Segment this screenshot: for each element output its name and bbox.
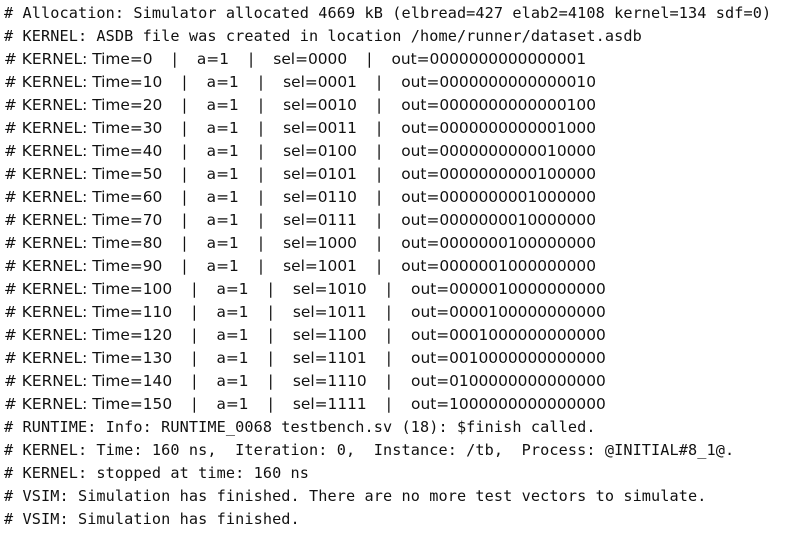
log-line: # Allocation: Simulator allocated 4669 k… xyxy=(4,4,772,22)
console-output: # Allocation: Simulator allocated 4669 k… xyxy=(0,0,812,534)
log-line: # KERNEL: Time=70 | a=1 | sel=0111 | out… xyxy=(4,211,597,229)
log-line: # KERNEL: stopped at time: 160 ns xyxy=(4,464,310,482)
log-line: # KERNEL: Time=150 | a=1 | sel=1111 | ou… xyxy=(4,395,606,413)
log-line: # KERNEL: Time=20 | a=1 | sel=0010 | out… xyxy=(4,96,597,114)
log-line: # KERNEL: Time=130 | a=1 | sel=1101 | ou… xyxy=(4,349,606,367)
log-line: # KERNEL: Time=50 | a=1 | sel=0101 | out… xyxy=(4,165,597,183)
log-line: # KERNEL: Time=40 | a=1 | sel=0100 | out… xyxy=(4,142,597,160)
log-line: # KERNEL: Time=10 | a=1 | sel=0001 | out… xyxy=(4,73,597,91)
log-line: # KERNEL: Time=90 | a=1 | sel=1001 | out… xyxy=(4,257,597,275)
log-line: # KERNEL: Time=110 | a=1 | sel=1011 | ou… xyxy=(4,303,606,321)
log-line: # KERNEL: ASDB file was created in locat… xyxy=(4,27,642,45)
log-line: # RUNTIME: Info: RUNTIME_0068 testbench.… xyxy=(4,418,596,436)
log-line: # KERNEL: Time=120 | a=1 | sel=1100 | ou… xyxy=(4,326,606,344)
log-line: # KERNEL: Time=80 | a=1 | sel=1000 | out… xyxy=(4,234,597,252)
log-line: # VSIM: Simulation has finished. There a… xyxy=(4,487,707,505)
log-line: # KERNEL: Time=30 | a=1 | sel=0011 | out… xyxy=(4,119,597,137)
log-line: # KERNEL: Time: 160 ns, Iteration: 0, In… xyxy=(4,441,735,459)
log-line: # KERNEL: Time=0 | a=1 | sel=0000 | out=… xyxy=(4,50,587,68)
log-line: # VSIM: Simulation has finished. xyxy=(4,510,300,528)
log-line: # KERNEL: Time=140 | a=1 | sel=1110 | ou… xyxy=(4,372,606,390)
log-line: # KERNEL: Time=100 | a=1 | sel=1010 | ou… xyxy=(4,280,606,298)
log-line: # KERNEL: Time=60 | a=1 | sel=0110 | out… xyxy=(4,188,597,206)
